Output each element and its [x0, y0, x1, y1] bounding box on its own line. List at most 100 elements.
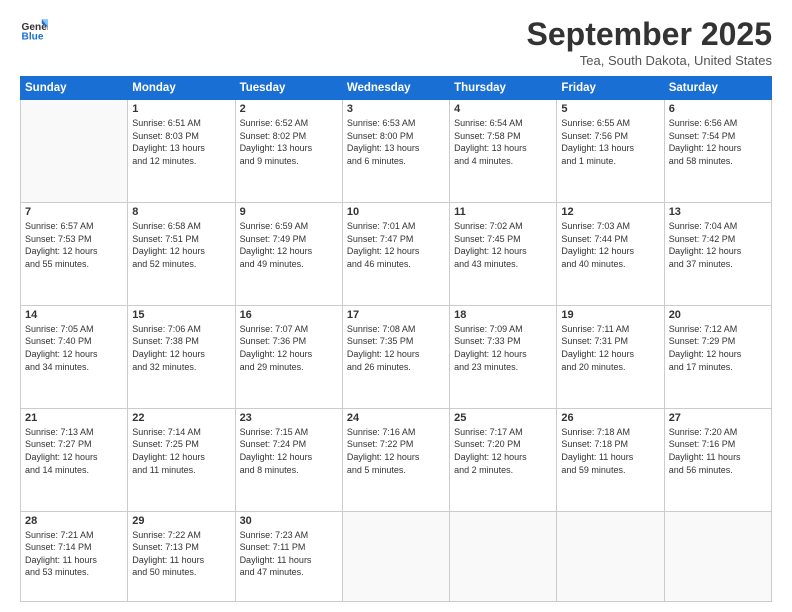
day-info: Sunrise: 7:17 AMSunset: 7:20 PMDaylight:…: [454, 426, 552, 476]
day-info: Sunrise: 7:08 AMSunset: 7:35 PMDaylight:…: [347, 323, 445, 373]
logo: General Blue: [20, 16, 48, 44]
day-number: 8: [132, 206, 230, 218]
day-info: Sunrise: 7:23 AMSunset: 7:11 PMDaylight:…: [240, 529, 338, 579]
day-number: 13: [669, 206, 767, 218]
day-number: 21: [25, 412, 123, 424]
day-info: Sunrise: 6:54 AMSunset: 7:58 PMDaylight:…: [454, 117, 552, 167]
day-info: Sunrise: 7:16 AMSunset: 7:22 PMDaylight:…: [347, 426, 445, 476]
day-info: Sunrise: 7:21 AMSunset: 7:14 PMDaylight:…: [25, 529, 123, 579]
col-friday: Friday: [557, 77, 664, 100]
day-info: Sunrise: 6:58 AMSunset: 7:51 PMDaylight:…: [132, 220, 230, 270]
day-number: 19: [561, 309, 659, 321]
table-row: 16 Sunrise: 7:07 AMSunset: 7:36 PMDayligh…: [235, 305, 342, 408]
table-row: 20 Sunrise: 7:12 AMSunset: 7:29 PMDayligh…: [664, 305, 771, 408]
table-row: 7 Sunrise: 6:57 AMSunset: 7:53 PMDaylight…: [21, 202, 128, 305]
day-number: 24: [347, 412, 445, 424]
day-number: 1: [132, 103, 230, 115]
table-row: 27Sunrise: 7:20 AMSunset: 7:16 PMDayligh…: [664, 408, 771, 511]
table-row: 6 Sunrise: 6:56 AMSunset: 7:54 PMDaylight…: [664, 100, 771, 203]
day-info: Sunrise: 7:13 AMSunset: 7:27 PMDaylight:…: [25, 426, 123, 476]
day-number: 25: [454, 412, 552, 424]
day-number: 4: [454, 103, 552, 115]
day-number: 23: [240, 412, 338, 424]
col-monday: Monday: [128, 77, 235, 100]
table-row: 19 Sunrise: 7:11 AMSunset: 7:31 PMDayligh…: [557, 305, 664, 408]
day-number: 5: [561, 103, 659, 115]
day-info: Sunrise: 6:59 AMSunset: 7:49 PMDaylight:…: [240, 220, 338, 270]
day-number: 16: [240, 309, 338, 321]
table-row: [342, 511, 449, 601]
title-block: September 2025 Tea, South Dakota, United…: [527, 16, 772, 68]
table-row: 21 Sunrise: 7:13 AMSunset: 7:27 PMDayligh…: [21, 408, 128, 511]
day-info: Sunrise: 7:11 AMSunset: 7:31 PMDaylight:…: [561, 323, 659, 373]
day-info: Sunrise: 6:57 AMSunset: 7:53 PMDaylight:…: [25, 220, 123, 270]
day-info: Sunrise: 7:18 AMSunset: 7:18 PMDaylight:…: [561, 426, 659, 476]
table-row: 2Sunrise: 6:52 AMSunset: 8:02 PMDaylight…: [235, 100, 342, 203]
table-row: [450, 511, 557, 601]
svg-text:Blue: Blue: [22, 31, 44, 42]
table-row: 25 Sunrise: 7:17 AMSunset: 7:20 PMDayligh…: [450, 408, 557, 511]
month-title: September 2025: [527, 16, 772, 53]
col-wednesday: Wednesday: [342, 77, 449, 100]
table-row: 13Sunrise: 7:04 AMSunset: 7:42 PMDayligh…: [664, 202, 771, 305]
col-tuesday: Tuesday: [235, 77, 342, 100]
table-row: 8 Sunrise: 6:58 AMSunset: 7:51 PMDaylight…: [128, 202, 235, 305]
day-info: Sunrise: 7:22 AMSunset: 7:13 PMDaylight:…: [132, 529, 230, 579]
day-number: 17: [347, 309, 445, 321]
day-number: 27: [669, 412, 767, 424]
table-row: 10 Sunrise: 7:01 AMSunset: 7:47 PMDayligh…: [342, 202, 449, 305]
day-number: 2: [240, 103, 338, 115]
col-sunday: Sunday: [21, 77, 128, 100]
day-number: 29: [132, 515, 230, 527]
day-number: 28: [25, 515, 123, 527]
day-number: 10: [347, 206, 445, 218]
calendar-body: 1 Sunrise: 6:51 AMSunset: 8:03 PMDaylight…: [21, 100, 772, 602]
table-row: 18 Sunrise: 7:09 AMSunset: 7:33 PMDayligh…: [450, 305, 557, 408]
calendar-table: Sunday Monday Tuesday Wednesday Thursday…: [20, 76, 772, 602]
day-number: 22: [132, 412, 230, 424]
table-row: 17 Sunrise: 7:08 AMSunset: 7:35 PMDayligh…: [342, 305, 449, 408]
col-saturday: Saturday: [664, 77, 771, 100]
page: General Blue September 2025 Tea, South D…: [0, 0, 792, 612]
day-info: Sunrise: 7:07 AMSunset: 7:36 PMDaylight:…: [240, 323, 338, 373]
table-row: [21, 100, 128, 203]
table-row: 1 Sunrise: 6:51 AMSunset: 8:03 PMDaylight…: [128, 100, 235, 203]
day-info: Sunrise: 7:12 AMSunset: 7:29 PMDaylight:…: [669, 323, 767, 373]
day-info: Sunrise: 7:01 AMSunset: 7:47 PMDaylight:…: [347, 220, 445, 270]
table-row: 4 Sunrise: 6:54 AMSunset: 7:58 PMDaylight…: [450, 100, 557, 203]
day-number: 30: [240, 515, 338, 527]
day-number: 18: [454, 309, 552, 321]
day-info: Sunrise: 7:05 AMSunset: 7:40 PMDaylight:…: [25, 323, 123, 373]
header-row: Sunday Monday Tuesday Wednesday Thursday…: [21, 77, 772, 100]
day-info: Sunrise: 7:14 AMSunset: 7:25 PMDaylight:…: [132, 426, 230, 476]
table-row: 22 Sunrise: 7:14 AMSunset: 7:25 PMDayligh…: [128, 408, 235, 511]
day-number: 15: [132, 309, 230, 321]
day-info: Sunrise: 6:56 AMSunset: 7:54 PMDaylight:…: [669, 117, 767, 167]
day-info: Sunrise: 7:02 AMSunset: 7:45 PMDaylight:…: [454, 220, 552, 270]
col-thursday: Thursday: [450, 77, 557, 100]
day-number: 7: [25, 206, 123, 218]
logo-icon: General Blue: [20, 16, 48, 44]
table-row: 3Sunrise: 6:53 AMSunset: 8:00 PMDaylight…: [342, 100, 449, 203]
day-number: 3: [347, 103, 445, 115]
table-row: 12Sunrise: 7:03 AMSunset: 7:44 PMDayligh…: [557, 202, 664, 305]
table-row: 15 Sunrise: 7:06 AMSunset: 7:38 PMDayligh…: [128, 305, 235, 408]
day-info: Sunrise: 7:09 AMSunset: 7:33 PMDaylight:…: [454, 323, 552, 373]
day-number: 9: [240, 206, 338, 218]
table-row: 5Sunrise: 6:55 AMSunset: 7:56 PMDaylight…: [557, 100, 664, 203]
table-row: 30 Sunrise: 7:23 AMSunset: 7:11 PMDayligh…: [235, 511, 342, 601]
table-row: 26 Sunrise: 7:18 AMSunset: 7:18 PMDayligh…: [557, 408, 664, 511]
day-number: 6: [669, 103, 767, 115]
day-info: Sunrise: 7:06 AMSunset: 7:38 PMDaylight:…: [132, 323, 230, 373]
table-row: 9 Sunrise: 6:59 AMSunset: 7:49 PMDaylight…: [235, 202, 342, 305]
day-number: 14: [25, 309, 123, 321]
day-number: 12: [561, 206, 659, 218]
day-number: 20: [669, 309, 767, 321]
day-info: Sunrise: 6:51 AMSunset: 8:03 PMDaylight:…: [132, 117, 230, 167]
day-info: Sunrise: 7:15 AMSunset: 7:24 PMDaylight:…: [240, 426, 338, 476]
table-row: 28 Sunrise: 7:21 AMSunset: 7:14 PMDayligh…: [21, 511, 128, 601]
header: General Blue September 2025 Tea, South D…: [20, 16, 772, 68]
location: Tea, South Dakota, United States: [527, 53, 772, 68]
table-row: 14 Sunrise: 7:05 AMSunset: 7:40 PMDayligh…: [21, 305, 128, 408]
day-number: 26: [561, 412, 659, 424]
